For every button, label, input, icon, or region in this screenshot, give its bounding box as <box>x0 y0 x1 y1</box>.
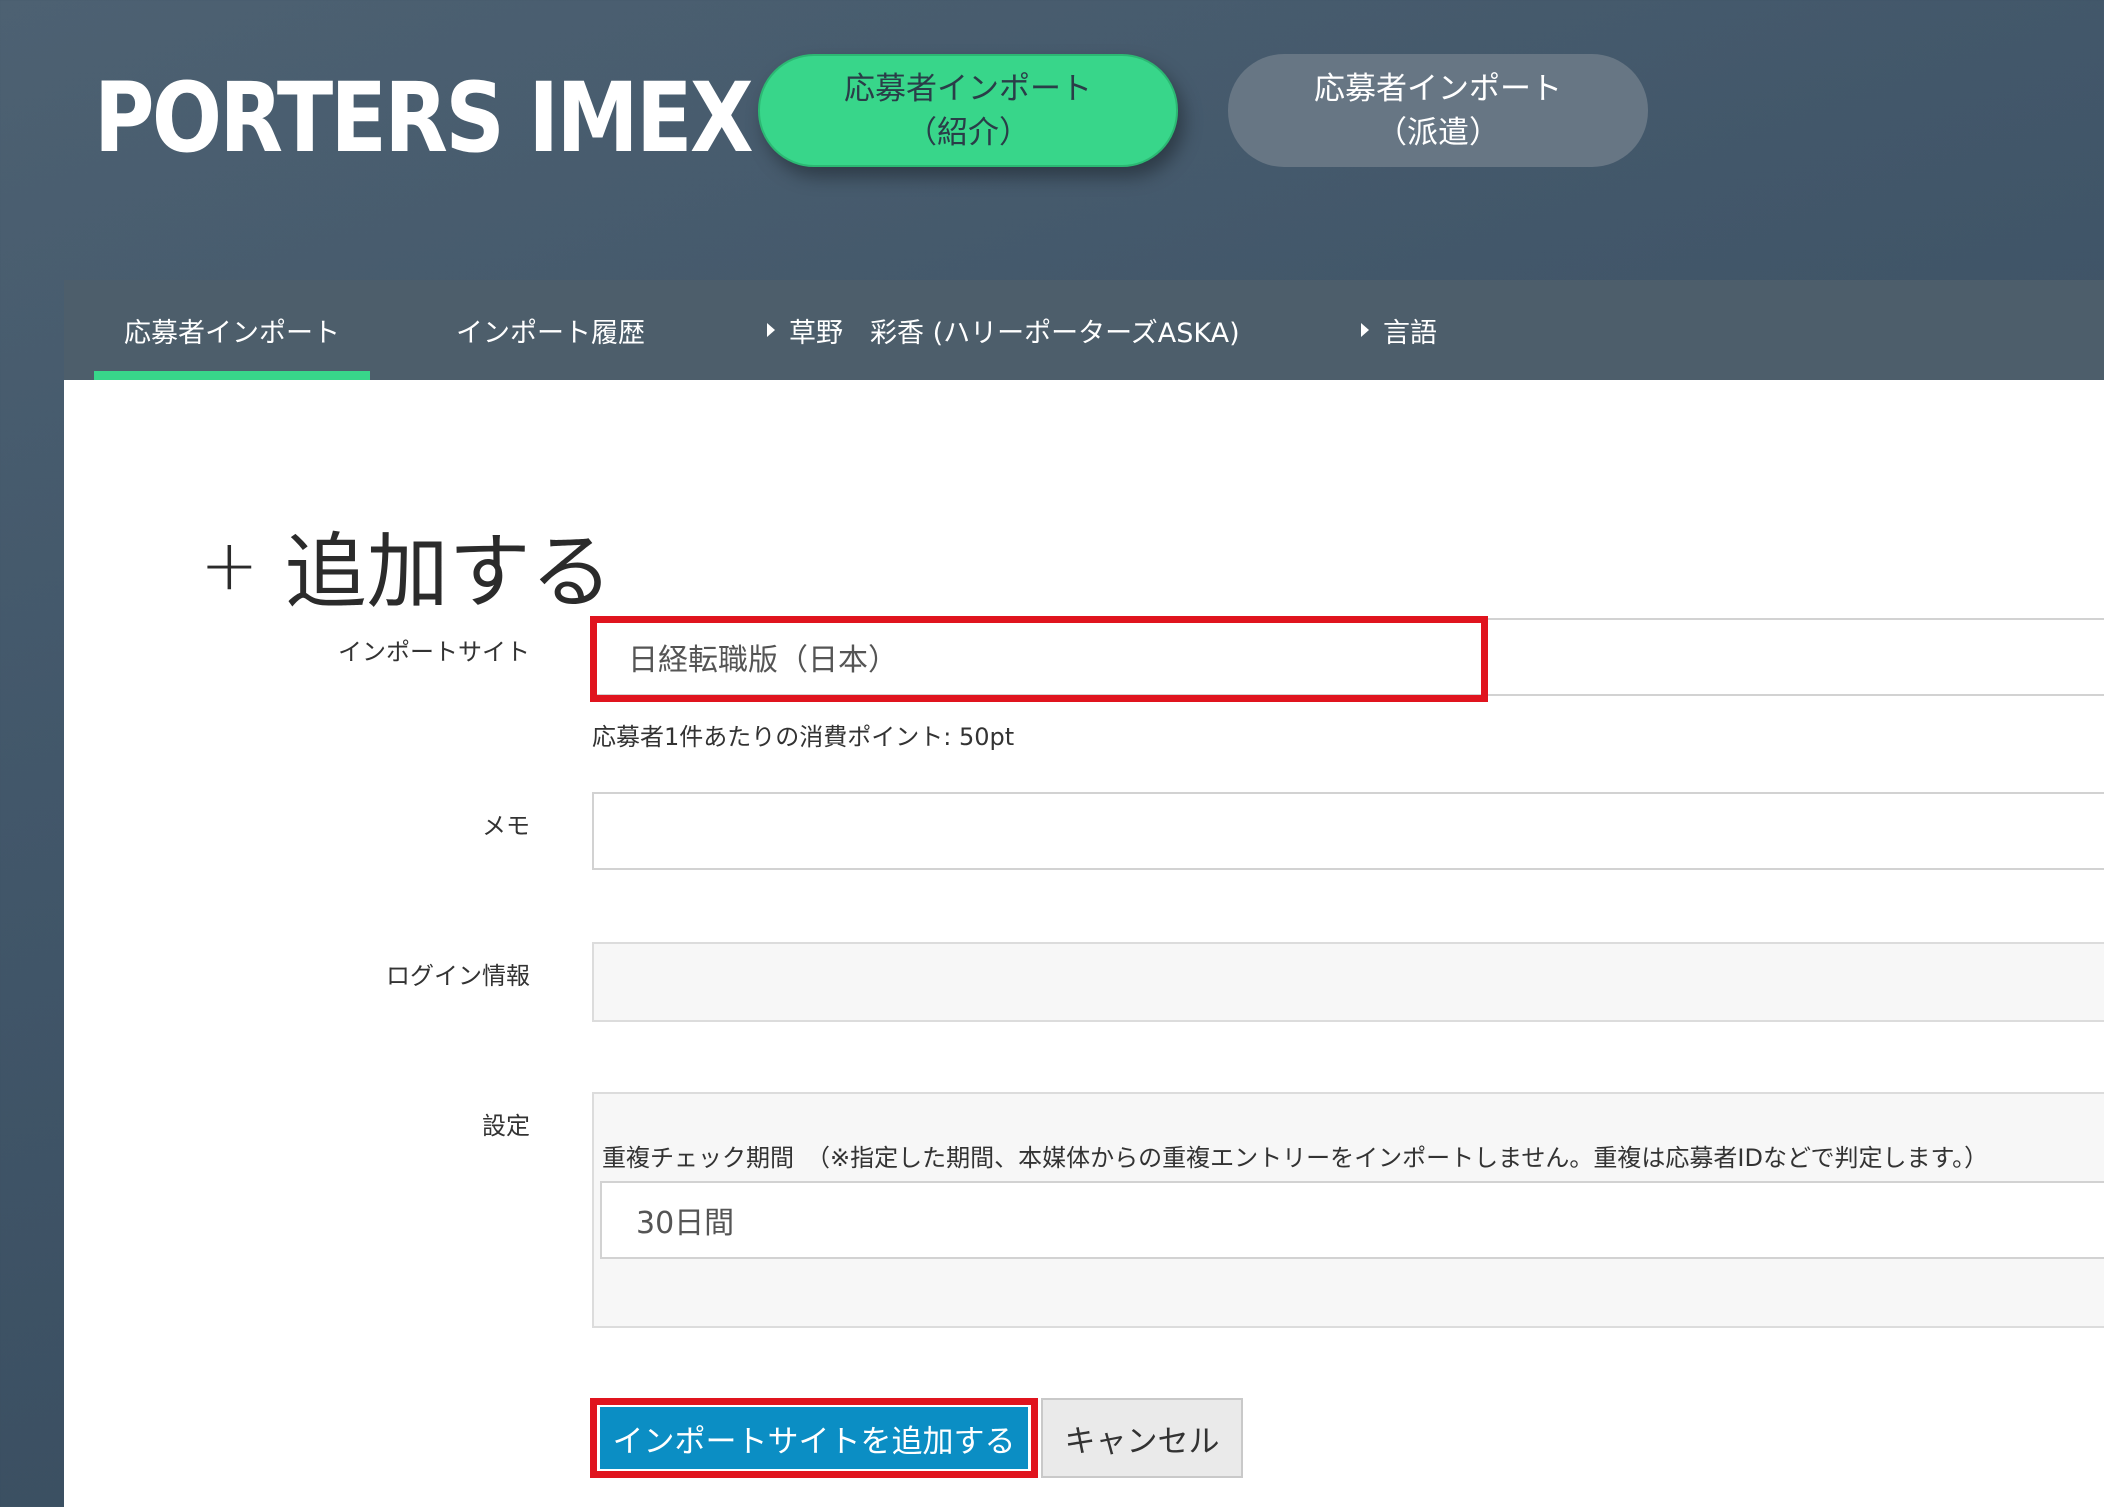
duplicate-check-period-select[interactable]: 30日間 <box>600 1181 2104 1259</box>
settings-label: 設定 <box>482 1112 530 1140</box>
nav-tab-label: インポート履歴 <box>456 317 645 349</box>
memo-label: メモ <box>482 812 530 840</box>
nav-language-menu[interactable]: 言語 <box>1361 280 1437 380</box>
button-line-2: （派遣） <box>1376 114 1500 151</box>
duplicate-check-label: 重複チェック期間 （※指定した期間、本媒体からの重複エントリーをインポートしませ… <box>602 1144 1989 1172</box>
page-title-text: 追加する <box>284 525 613 620</box>
highlight-import-site <box>590 616 1488 702</box>
applicant-import-dispatch-button[interactable]: 応募者インポート （派遣） <box>1228 54 1648 167</box>
login-info-field[interactable] <box>592 942 2104 1022</box>
import-site-label: インポートサイト <box>338 638 530 666</box>
nav-tab-import-history[interactable]: インポート履歴 <box>456 280 645 380</box>
caret-right-icon <box>1361 323 1369 337</box>
nav-bar: 応募者インポート インポート履歴 草野 彩香 (ハリーポーターズASKA) 言語 <box>64 280 2104 380</box>
points-note: 応募者1件あたりの消費ポイント: 50pt <box>592 723 1015 751</box>
nav-tab-label: 応募者インポート <box>124 317 340 349</box>
brand-logo: PORTERS IMEX <box>94 62 754 174</box>
caret-right-icon <box>767 323 775 337</box>
duplicate-check-period-value: 30日間 <box>636 1206 735 1241</box>
nav-language-label: 言語 <box>1383 317 1437 349</box>
add-import-site-button[interactable]: インポートサイトを追加する <box>600 1407 1028 1469</box>
applicant-import-referral-button[interactable]: 応募者インポート （紹介） <box>758 54 1178 167</box>
nav-user-menu[interactable]: 草野 彩香 (ハリーポーターズASKA) <box>767 280 1240 380</box>
login-info-label: ログイン情報 <box>386 962 530 990</box>
button-line-2: （紹介） <box>906 114 1030 151</box>
page-title: + 追加する <box>200 505 613 624</box>
nav-user-label: 草野 彩香 (ハリーポーターズASKA) <box>789 317 1240 349</box>
nav-tab-applicant-import[interactable]: 応募者インポート <box>94 280 370 380</box>
button-line-1: 応募者インポート <box>1314 70 1562 107</box>
main-panel: 応募者インポート インポート履歴 草野 彩香 (ハリーポーターズASKA) 言語… <box>64 280 2104 1507</box>
memo-input[interactable] <box>592 792 2104 870</box>
button-line-1: 応募者インポート <box>844 70 1092 107</box>
plus-icon: + <box>200 523 259 606</box>
cancel-button[interactable]: キャンセル <box>1041 1398 1243 1478</box>
